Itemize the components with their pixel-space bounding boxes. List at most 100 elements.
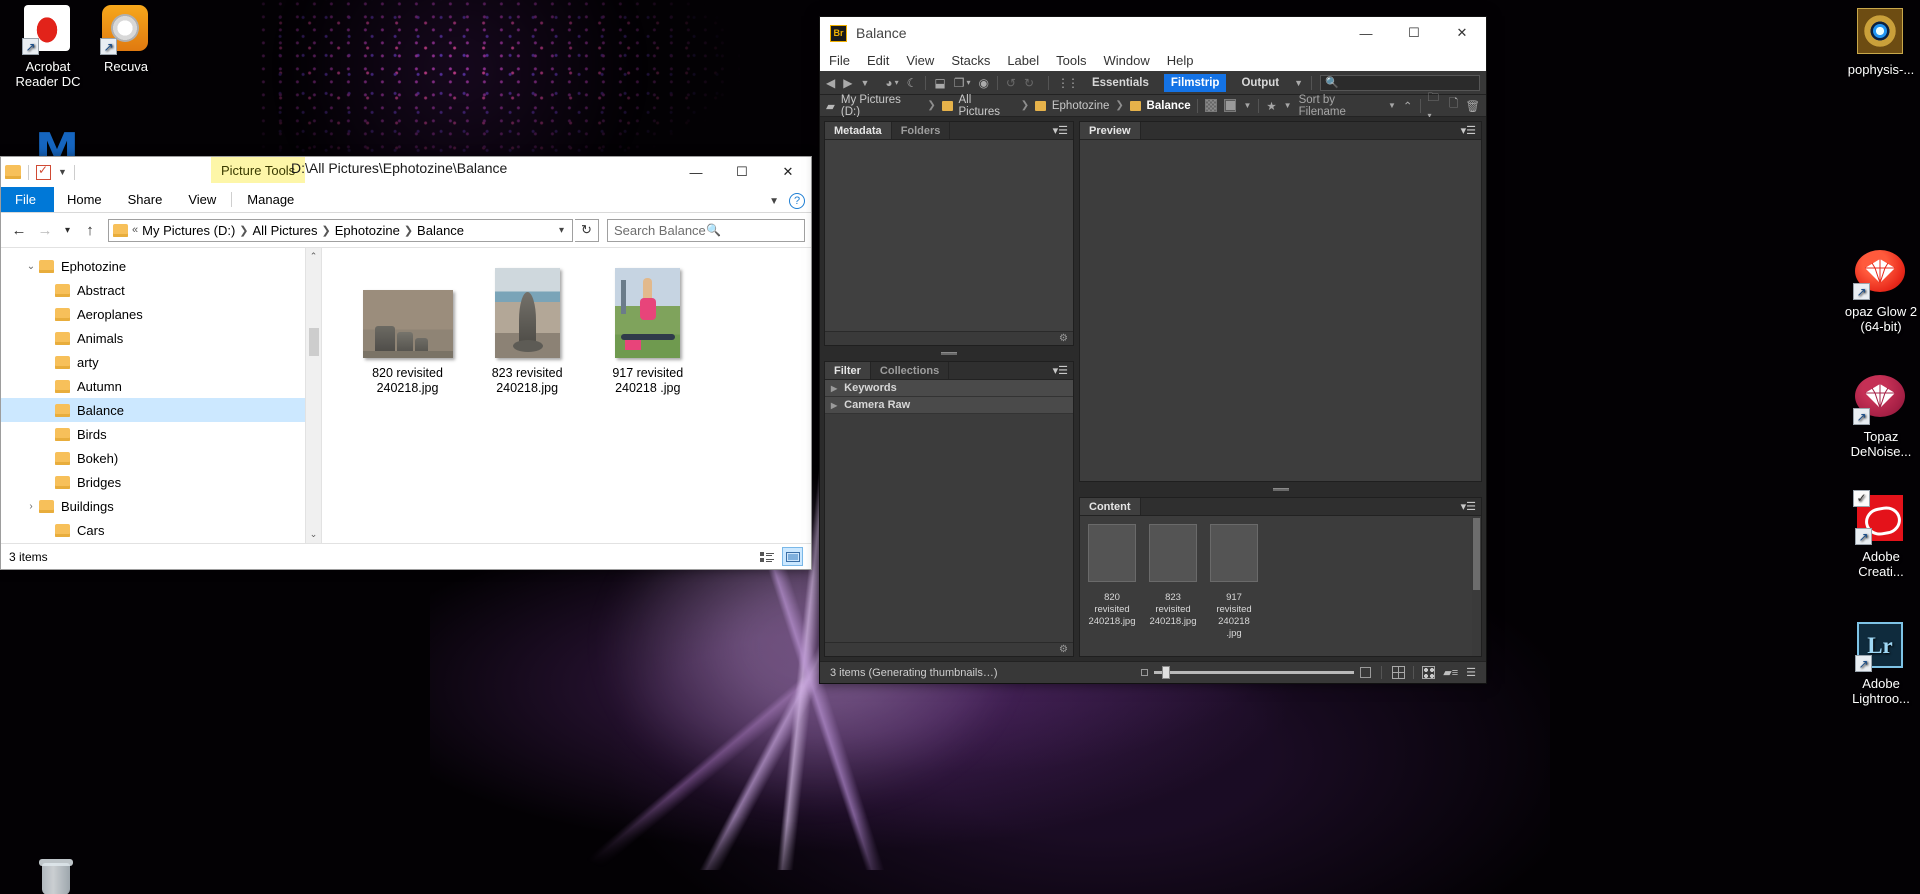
- desktop-icon-apophysis[interactable]: pophysis-...: [1826, 8, 1920, 77]
- scrollbar-thumb[interactable]: [1473, 518, 1480, 590]
- camera-raw-icon[interactable]: ◕ ▾: [885, 76, 898, 90]
- desktop-icon-topaz-denoise[interactable]: ↗ Topaz DeNoise...: [1822, 375, 1920, 459]
- breadcrumb-all-pictures[interactable]: All Pictures: [253, 223, 318, 238]
- panel-menu-icon[interactable]: ▾☰: [1461, 122, 1481, 139]
- content-thumbnail-item[interactable]: 917 revisited 240218 .jpg: [1210, 524, 1258, 640]
- thumbnail-size-slider[interactable]: [1141, 666, 1372, 679]
- explorer-window-controls[interactable]: — ☐ ✕: [673, 157, 811, 187]
- tab-preview[interactable]: Preview: [1080, 122, 1141, 139]
- tab-collections[interactable]: Collections: [871, 362, 950, 379]
- chevron-down-icon[interactable]: ⌄: [23, 261, 39, 272]
- file-tile[interactable]: 820 revisited 240218.jpg: [350, 266, 465, 396]
- view-toggle-group[interactable]: [756, 547, 803, 566]
- tree-item-autumn[interactable]: Autumn: [1, 374, 321, 398]
- bridge-path-bar[interactable]: ▰ My Pictures (D:) ❯ All Pictures ❯ Epho…: [820, 92, 1486, 120]
- maximize-button[interactable]: ☐: [719, 157, 765, 187]
- back-button[interactable]: ←: [7, 218, 31, 242]
- large-thumbnail-icon[interactable]: [1360, 667, 1372, 678]
- preview-panel[interactable]: Preview ▾☰: [1079, 121, 1482, 482]
- file-list-view[interactable]: 820 revisited 240218.jpg 823 revisited 2…: [321, 248, 811, 543]
- address-bar[interactable]: « My Pictures (D:) ❯ All Pictures ❯ Epho…: [108, 218, 573, 242]
- chevron-down-icon[interactable]: ▼: [1243, 101, 1251, 110]
- menu-help[interactable]: Help: [1167, 53, 1194, 68]
- scrollbar-thumb[interactable]: [309, 328, 319, 356]
- tab-metadata[interactable]: Metadata: [825, 122, 892, 139]
- tree-item-arty[interactable]: arty: [1, 350, 321, 374]
- chevron-down-icon[interactable]: ▼: [769, 196, 779, 207]
- file-explorer-window[interactable]: ▼ Picture Tools D:\All Pictures\Ephotozi…: [0, 156, 812, 570]
- desktop-icon-adobe-lightroom[interactable]: Lr ↗ Adobe Lightroo...: [1826, 622, 1920, 706]
- search-input[interactable]: Search Balance 🔍: [607, 218, 805, 242]
- tree-item-buildings[interactable]: › Buildings: [1, 494, 321, 518]
- address-overflow-icon[interactable]: «: [132, 224, 138, 236]
- menu-view[interactable]: View: [906, 53, 934, 68]
- navigation-tree[interactable]: ⌄ Ephotozine Abstract Aeroplanes Animals: [1, 248, 321, 543]
- panel-tab-strip[interactable]: Metadata Folders ▾☰: [825, 122, 1073, 140]
- filter-row-keywords[interactable]: ▶ Keywords: [825, 380, 1073, 397]
- breadcrumb-my-pictures[interactable]: My Pictures (D:): [142, 223, 235, 238]
- metadata-panel-body[interactable]: [825, 140, 1073, 331]
- tree-item-animals[interactable]: Animals: [1, 326, 321, 350]
- desktop-icon-recuva[interactable]: ↗ Recuva: [78, 5, 174, 74]
- menu-edit[interactable]: Edit: [867, 53, 889, 68]
- star-icon[interactable]: ★: [1266, 99, 1276, 113]
- thumbnail-quality-icon[interactable]: [1204, 99, 1218, 112]
- chevron-down-icon[interactable]: ▼: [1294, 78, 1303, 88]
- metadata-panel-footer[interactable]: ⚙: [825, 331, 1073, 345]
- details-view-button[interactable]: [756, 547, 777, 566]
- thumbnail-view-button[interactable]: [1422, 666, 1436, 679]
- minimize-button[interactable]: —: [673, 157, 719, 187]
- filter-panel-body[interactable]: [825, 414, 1073, 642]
- explorer-ribbon-tabs[interactable]: File Home Share View Manage ▼ ?: [1, 187, 811, 213]
- drag-handle-icon[interactable]: ⋮⋮: [1057, 76, 1079, 90]
- slider-handle[interactable]: [1162, 666, 1171, 679]
- panel-tab-strip[interactable]: Filter Collections ▾☰: [825, 362, 1073, 380]
- minimize-button[interactable]: —: [1342, 17, 1390, 49]
- sort-by-label[interactable]: Sort by Filename: [1299, 94, 1381, 118]
- slider-track[interactable]: [1154, 666, 1355, 679]
- tree-item-bridges[interactable]: Bridges: [1, 470, 321, 494]
- workspace-tab-essentials[interactable]: Essentials: [1085, 74, 1156, 92]
- tree-item-ephotozine[interactable]: ⌄ Ephotozine: [1, 254, 321, 278]
- new-folder-icon[interactable]: ❐ ▾: [954, 76, 971, 90]
- settings-icon[interactable]: ⚙: [1059, 644, 1068, 655]
- chevron-down-icon[interactable]: ▼: [58, 167, 67, 177]
- grid-view-button[interactable]: [1392, 666, 1406, 679]
- ribbon-tab-share[interactable]: Share: [115, 188, 176, 212]
- breadcrumb-separator[interactable]: ❯: [322, 224, 331, 237]
- preview-quality-icon[interactable]: [1224, 99, 1237, 112]
- small-thumbnail-icon[interactable]: [1141, 669, 1149, 676]
- chevron-down-icon[interactable]: ▼: [1284, 101, 1292, 110]
- rotate-icon[interactable]: ◉: [978, 76, 988, 90]
- recent-locations-button[interactable]: ▾: [59, 218, 76, 242]
- ribbon-tab-file[interactable]: File: [1, 187, 54, 212]
- close-button[interactable]: ✕: [1438, 17, 1486, 49]
- bridge-crumb-all-pictures[interactable]: All Pictures: [959, 94, 1015, 118]
- ribbon-tab-home[interactable]: Home: [54, 188, 115, 212]
- explorer-title-bar[interactable]: ▼ Picture Tools D:\All Pictures\Ephotozi…: [1, 157, 811, 187]
- adobe-bridge-window[interactable]: Br Balance — ☐ ✕ File Edit View Stacks L…: [819, 16, 1487, 684]
- sort-direction-icon[interactable]: ⌃: [1403, 99, 1413, 113]
- refresh-button[interactable]: ↻: [575, 218, 599, 242]
- forward-button[interactable]: →: [33, 218, 57, 242]
- large-icons-view-button[interactable]: [782, 547, 803, 566]
- desktop-icon-topaz-glow-2[interactable]: ↗ opaz Glow 2 (64-bit): [1822, 250, 1920, 334]
- rotate-counterclockwise-icon[interactable]: ↺: [1006, 76, 1016, 90]
- trash-icon[interactable]: 🗑: [1465, 99, 1480, 113]
- bridge-menu-bar[interactable]: File Edit View Stacks Label Tools Window…: [820, 49, 1486, 71]
- chevron-right-icon[interactable]: ▶: [831, 384, 837, 393]
- close-button[interactable]: ✕: [765, 157, 811, 187]
- menu-tools[interactable]: Tools: [1056, 53, 1086, 68]
- quick-access-toolbar[interactable]: ▼: [1, 159, 75, 185]
- bridge-search-input[interactable]: 🔍: [1319, 74, 1480, 91]
- content-thumbnail-item[interactable]: 820 revisited 240218.jpg: [1088, 524, 1136, 640]
- address-dropdown-icon[interactable]: ▾: [555, 225, 568, 236]
- metadata-folders-panel[interactable]: Metadata Folders ▾☰ ⚙: [824, 121, 1074, 346]
- tree-item-birds[interactable]: Birds: [1, 422, 321, 446]
- bridge-window-controls[interactable]: — ☐ ✕: [1342, 17, 1486, 49]
- breadcrumb-balance[interactable]: Balance: [417, 223, 464, 238]
- panel-tab-strip[interactable]: Preview ▾☰: [1080, 122, 1481, 140]
- menu-file[interactable]: File: [829, 53, 850, 68]
- filter-panel-footer[interactable]: ⚙: [825, 642, 1073, 656]
- details-view-button[interactable]: ▰≡: [1443, 666, 1458, 679]
